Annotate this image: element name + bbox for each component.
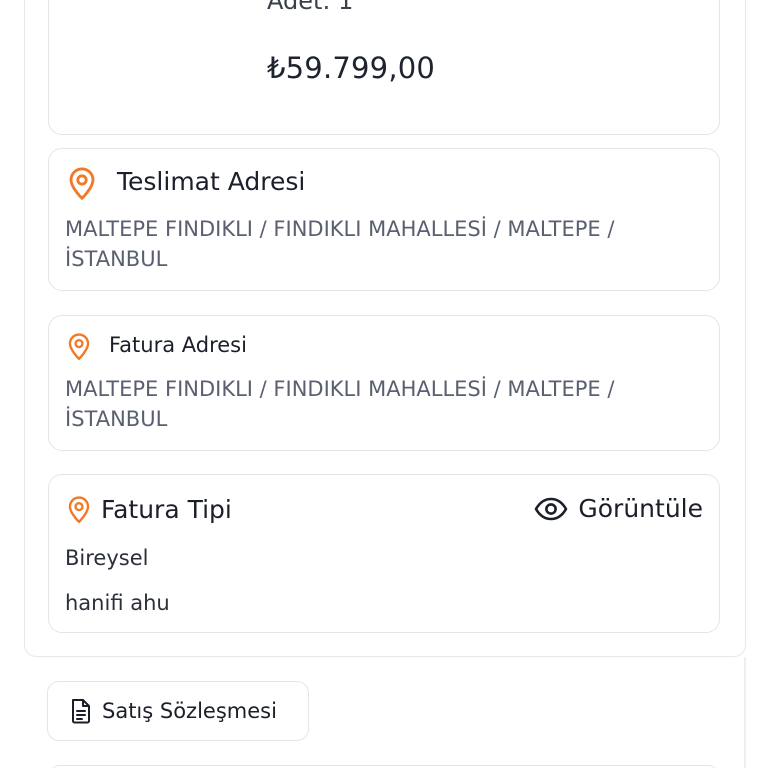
location-pin-icon — [68, 333, 90, 361]
quantity-text: Adet: 1 — [267, 0, 354, 15]
view-invoice-label: Görüntüle — [578, 494, 703, 523]
view-invoice-button[interactable]: Görüntüle — [534, 495, 703, 523]
location-pin-icon — [68, 496, 90, 524]
billing-address-title: Fatura Adresi — [109, 333, 247, 357]
location-pin-icon — [69, 167, 95, 200]
delivery-address-title: Teslimat Adresi — [117, 167, 306, 196]
document-icon — [72, 699, 90, 724]
sales-contract-button[interactable]: Satış Sözleşmesi — [47, 681, 309, 741]
invoice-name-value: hanifi ahu — [65, 591, 170, 615]
billing-address-text: MALTEPE FINDIKLI / FINDIKLI MAHALLESİ / … — [65, 377, 615, 431]
product-card: Adet: 1 ₺59.799,00 — [48, 0, 720, 135]
invoice-type-value: Bireysel — [65, 546, 149, 570]
sales-contract-label: Satış Sözleşmesi — [102, 699, 277, 723]
divider — [744, 657, 746, 768]
price: ₺59.799,00 — [267, 51, 436, 85]
invoice-type-card: Fatura Tipi Görüntüle Bireysel hanifi ah… — [48, 474, 720, 633]
delivery-address-text: MALTEPE FINDIKLI / FINDIKLI MAHALLESİ / … — [65, 217, 615, 271]
delivery-address-card: Teslimat Adresi MALTEPE FINDIKLI / FINDI… — [48, 148, 720, 291]
billing-address-card: Fatura Adresi MALTEPE FINDIKLI / FINDIKL… — [48, 315, 720, 451]
invoice-type-title: Fatura Tipi — [101, 495, 232, 524]
eye-icon — [535, 497, 568, 521]
